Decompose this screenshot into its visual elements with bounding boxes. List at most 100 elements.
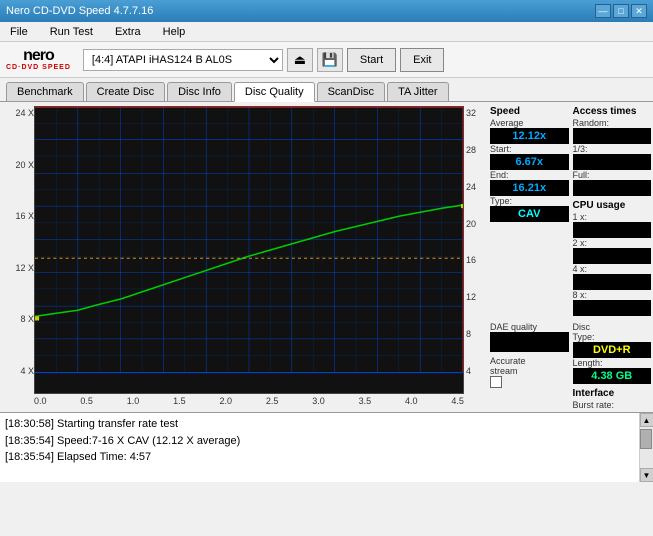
x-label-05: 0.5 xyxy=(80,396,93,406)
app-title: Nero CD-DVD Speed 4.7.7.16 xyxy=(6,5,153,17)
y-label-12: 12 X xyxy=(15,263,34,273)
y-label-16: 16 X xyxy=(15,211,34,221)
y-right-28: 28 xyxy=(466,145,476,155)
type-label: Type: xyxy=(490,196,569,206)
exit-button[interactable]: Exit xyxy=(400,48,444,72)
cpu-2x-label: 2 x: xyxy=(573,238,652,248)
tab-ta-jitter[interactable]: TA Jitter xyxy=(387,82,449,101)
access-title: Access times xyxy=(573,106,652,117)
length-value: 4.38 GB xyxy=(573,368,652,384)
accurate-section: Accurate stream xyxy=(490,356,569,388)
toolbar: nero CD·DVD SPEED [4:4] ATAPI iHAS124 B … xyxy=(0,42,653,78)
y-axis-right: 32 28 24 20 16 12 8 4 xyxy=(464,106,488,394)
tab-benchmark[interactable]: Benchmark xyxy=(6,82,84,101)
access-times-section: Access times Random: 1/3: Full: CPU usag… xyxy=(573,106,652,316)
y-label-4: 4 X xyxy=(20,366,34,376)
x-label-25: 2.5 xyxy=(266,396,279,406)
chart-area: 24 X 20 X 16 X 12 X 8 X 4 X xyxy=(6,106,488,394)
log-area: [18:30:58] Starting transfer rate test [… xyxy=(0,412,653,482)
disc-interface-section: Disc Type: DVD+R Length: 4.38 GB Interfa… xyxy=(573,322,652,410)
menu-bar: File Run Test Extra Help xyxy=(0,22,653,42)
cpu-8x-label: 8 x: xyxy=(573,290,652,300)
cpu-1x-label: 1 x: xyxy=(573,212,652,222)
tab-disc-quality[interactable]: Disc Quality xyxy=(234,82,315,102)
onethird-value xyxy=(573,154,652,170)
accurate-checkbox-row xyxy=(490,376,569,388)
y-axis-left: 24 X 20 X 16 X 12 X 8 X 4 X xyxy=(6,106,34,394)
menu-run-test[interactable]: Run Test xyxy=(44,24,99,40)
end-label: End: xyxy=(490,170,569,180)
average-value: 12.12x xyxy=(490,128,569,144)
onethird-label: 1/3: xyxy=(573,144,652,154)
minimize-button[interactable]: — xyxy=(595,4,611,18)
y-label-24: 24 X xyxy=(15,108,34,118)
disc-type-label2: Type: xyxy=(573,332,652,342)
scroll-thumb[interactable] xyxy=(640,429,652,449)
x-label-15: 1.5 xyxy=(173,396,186,406)
interface-title: Interface xyxy=(573,388,652,399)
stream-label: stream xyxy=(490,366,569,376)
window-controls: — □ ✕ xyxy=(595,4,647,18)
dae-label: DAE quality xyxy=(490,322,569,332)
tab-create-disc[interactable]: Create Disc xyxy=(86,82,165,101)
tab-scan-disc[interactable]: ScanDisc xyxy=(317,82,385,101)
burst-label: Burst rate: xyxy=(573,400,652,410)
dae-value xyxy=(490,332,569,352)
maximize-button[interactable]: □ xyxy=(613,4,629,18)
full-value xyxy=(573,180,652,196)
drive-selector[interactable]: [4:4] ATAPI iHAS124 B AL0S xyxy=(83,49,283,71)
scroll-down-button[interactable]: ▼ xyxy=(640,468,653,482)
log-line-2: [18:35:54] Speed:7-16 X CAV (12.12 X ave… xyxy=(5,433,634,450)
x-label-1: 1.0 xyxy=(127,396,140,406)
accurate-stream-checkbox[interactable] xyxy=(490,376,502,388)
right-panel: Speed Average 12.12x Start: 6.67x End: 1… xyxy=(488,102,653,412)
tab-disc-info[interactable]: Disc Info xyxy=(167,82,232,101)
eject-icon[interactable]: ⏏ xyxy=(287,48,313,72)
y-label-20: 20 X xyxy=(15,160,34,170)
title-bar: Nero CD-DVD Speed 4.7.7.16 — □ ✕ xyxy=(0,0,653,22)
top-section: Speed Average 12.12x Start: 6.67x End: 1… xyxy=(490,106,651,316)
start-label: Start: xyxy=(490,144,569,154)
speed-section: Speed Average 12.12x Start: 6.67x End: 1… xyxy=(490,106,569,316)
type-value: CAV xyxy=(490,206,569,222)
random-value xyxy=(573,128,652,144)
scroll-track xyxy=(640,427,653,468)
start-button[interactable]: Start xyxy=(347,48,396,72)
y-right-20: 20 xyxy=(466,219,476,229)
y-right-12: 12 xyxy=(466,292,476,302)
cpu-title: CPU usage xyxy=(573,200,652,211)
x-label-4: 4.0 xyxy=(405,396,418,406)
cpu-4x-value xyxy=(573,274,652,290)
logo-sub: CD·DVD SPEED xyxy=(6,64,71,71)
x-label-35: 3.5 xyxy=(359,396,372,406)
start-value: 6.67x xyxy=(490,154,569,170)
close-button[interactable]: ✕ xyxy=(631,4,647,18)
cpu-8x-value xyxy=(573,300,652,316)
chart-svg xyxy=(35,107,463,393)
cpu-4x-label: 4 x: xyxy=(573,264,652,274)
menu-help[interactable]: Help xyxy=(157,24,192,40)
bottom-section: DAE quality Accurate stream Disc Type: D… xyxy=(490,322,651,410)
disc-type-value: DVD+R xyxy=(573,342,652,358)
y-right-4: 4 xyxy=(466,366,471,376)
menu-file[interactable]: File xyxy=(4,24,34,40)
scroll-up-button[interactable]: ▲ xyxy=(640,413,653,427)
disc-label: Disc xyxy=(573,322,652,332)
menu-extra[interactable]: Extra xyxy=(109,24,147,40)
main-area: 24 X 20 X 16 X 12 X 8 X 4 X xyxy=(0,102,653,412)
tabs-bar: Benchmark Create Disc Disc Info Disc Qua… xyxy=(0,78,653,102)
random-label: Random: xyxy=(573,118,652,128)
x-label-45: 4.5 xyxy=(451,396,464,406)
dae-section: DAE quality Accurate stream xyxy=(490,322,569,410)
log-scrollbar[interactable]: ▲ ▼ xyxy=(639,413,653,482)
chart-wrapper: 24 X 20 X 16 X 12 X 8 X 4 X xyxy=(6,106,488,412)
cpu-2x-value xyxy=(573,248,652,264)
save-icon[interactable]: 💾 xyxy=(317,48,343,72)
accurate-label: Accurate xyxy=(490,356,569,366)
log-content: [18:30:58] Starting transfer rate test [… xyxy=(0,413,639,482)
log-line-1: [18:30:58] Starting transfer rate test xyxy=(5,416,634,433)
y-right-16: 16 xyxy=(466,255,476,265)
average-label: Average xyxy=(490,118,569,128)
end-value: 16.21x xyxy=(490,180,569,196)
full-label: Full: xyxy=(573,170,652,180)
